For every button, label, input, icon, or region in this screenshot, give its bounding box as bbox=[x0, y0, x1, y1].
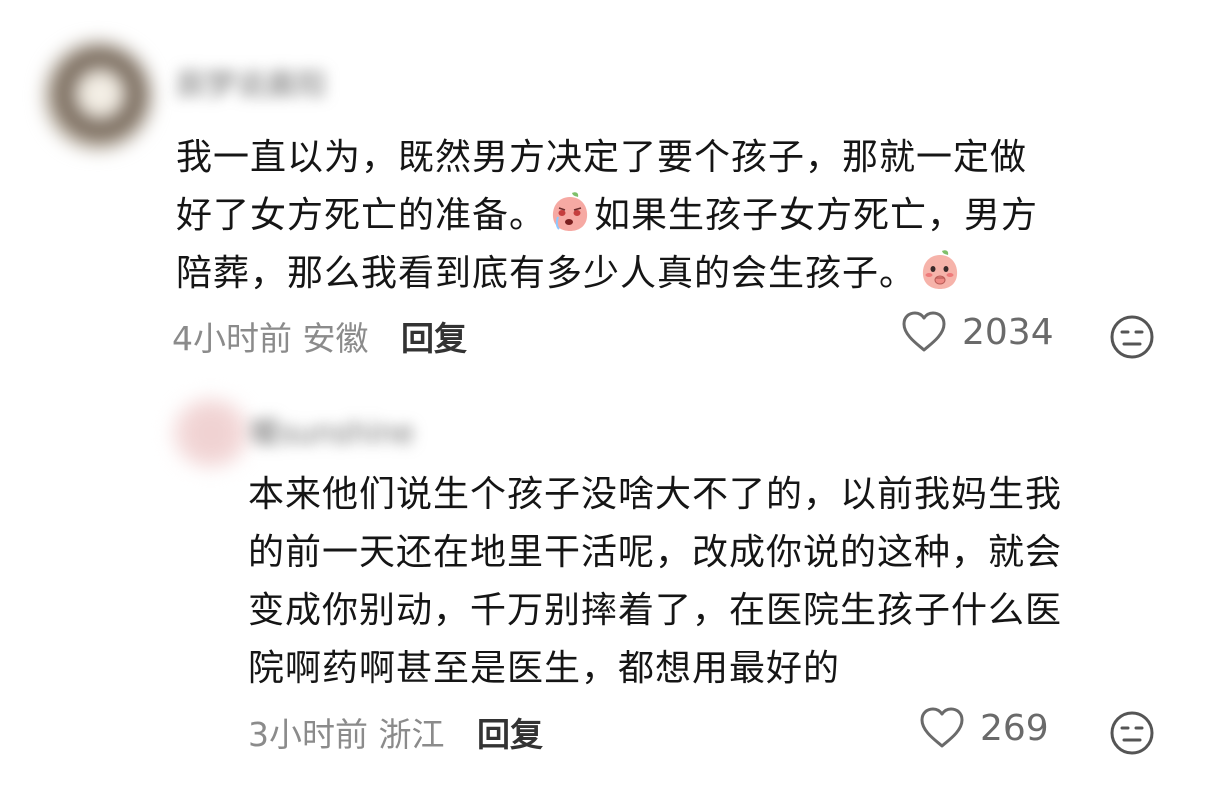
heart-icon bbox=[920, 707, 964, 748]
comment-text-line: 我一直以为，既然男方决定了要个孩子，那就一定做 bbox=[176, 137, 1028, 178]
comment-location: 安徽 bbox=[302, 319, 369, 358]
like-count: 2034 bbox=[962, 311, 1054, 353]
reply-button[interactable]: 回复 bbox=[401, 319, 467, 358]
comment-text-line: 的前一天还在地里干活呢，改成你说的这种，就会 bbox=[248, 532, 1063, 573]
comment-text-line: 陪葬，那么我看到底有多少人真的会生孩子。 bbox=[176, 245, 1166, 303]
comment-text-fragment: 好了女方死亡的准备。 bbox=[176, 195, 547, 236]
comment-text-line: 本来他们说生个孩子没啥大不了的，以前我妈生我 bbox=[248, 474, 1063, 515]
comment-text-fragment: 陪葬，那么我看到底有多少人真的会生孩子。 bbox=[176, 253, 917, 294]
comment-time: 3小时前 bbox=[248, 715, 368, 754]
dislike-face-icon[interactable] bbox=[1109, 710, 1155, 756]
shy-peach-icon bbox=[922, 250, 958, 289]
comment-text-line: 院啊药啊甚至是医生，都想用最好的 bbox=[248, 648, 841, 689]
like-button[interactable]: 2034 bbox=[900, 310, 1054, 354]
comment-text: 本来他们说生个孩子没啥大不了的，以前我妈生我 的前一天还在地里干活呢，改成你说的… bbox=[248, 466, 1188, 698]
like-count: 269 bbox=[980, 707, 1049, 749]
comment-text-line: 好了女方死亡的准备。 如果生孩子女方死亡，男方 bbox=[176, 187, 1166, 245]
avatar[interactable] bbox=[172, 398, 250, 468]
comment-text-line: 变成你别动，千万别摔着了，在医院生孩子什么医 bbox=[248, 590, 1063, 631]
username[interactable]: 暖sunshine bbox=[250, 408, 414, 452]
crying-peach-icon bbox=[552, 192, 588, 231]
like-button[interactable]: 269 bbox=[918, 706, 1049, 750]
heart-icon bbox=[902, 311, 946, 352]
comment-meta: 3小时前 浙江 回复 bbox=[248, 708, 543, 756]
username[interactable]: 辰梦说晨阳 bbox=[176, 60, 326, 104]
comment-meta: 4小时前 安徽 回复 bbox=[172, 312, 467, 360]
comment-location: 浙江 bbox=[378, 715, 445, 754]
reply-button[interactable]: 回复 bbox=[477, 715, 543, 754]
comment-text-fragment: 如果生孩子女方死亡，男方 bbox=[594, 195, 1039, 236]
avatar[interactable] bbox=[44, 42, 152, 150]
comment-time: 4小时前 bbox=[172, 319, 292, 358]
dislike-face-icon[interactable] bbox=[1109, 314, 1155, 360]
comment-text: 我一直以为，既然男方决定了要个孩子，那就一定做 好了女方死亡的准备。 如果生孩子… bbox=[176, 129, 1166, 303]
